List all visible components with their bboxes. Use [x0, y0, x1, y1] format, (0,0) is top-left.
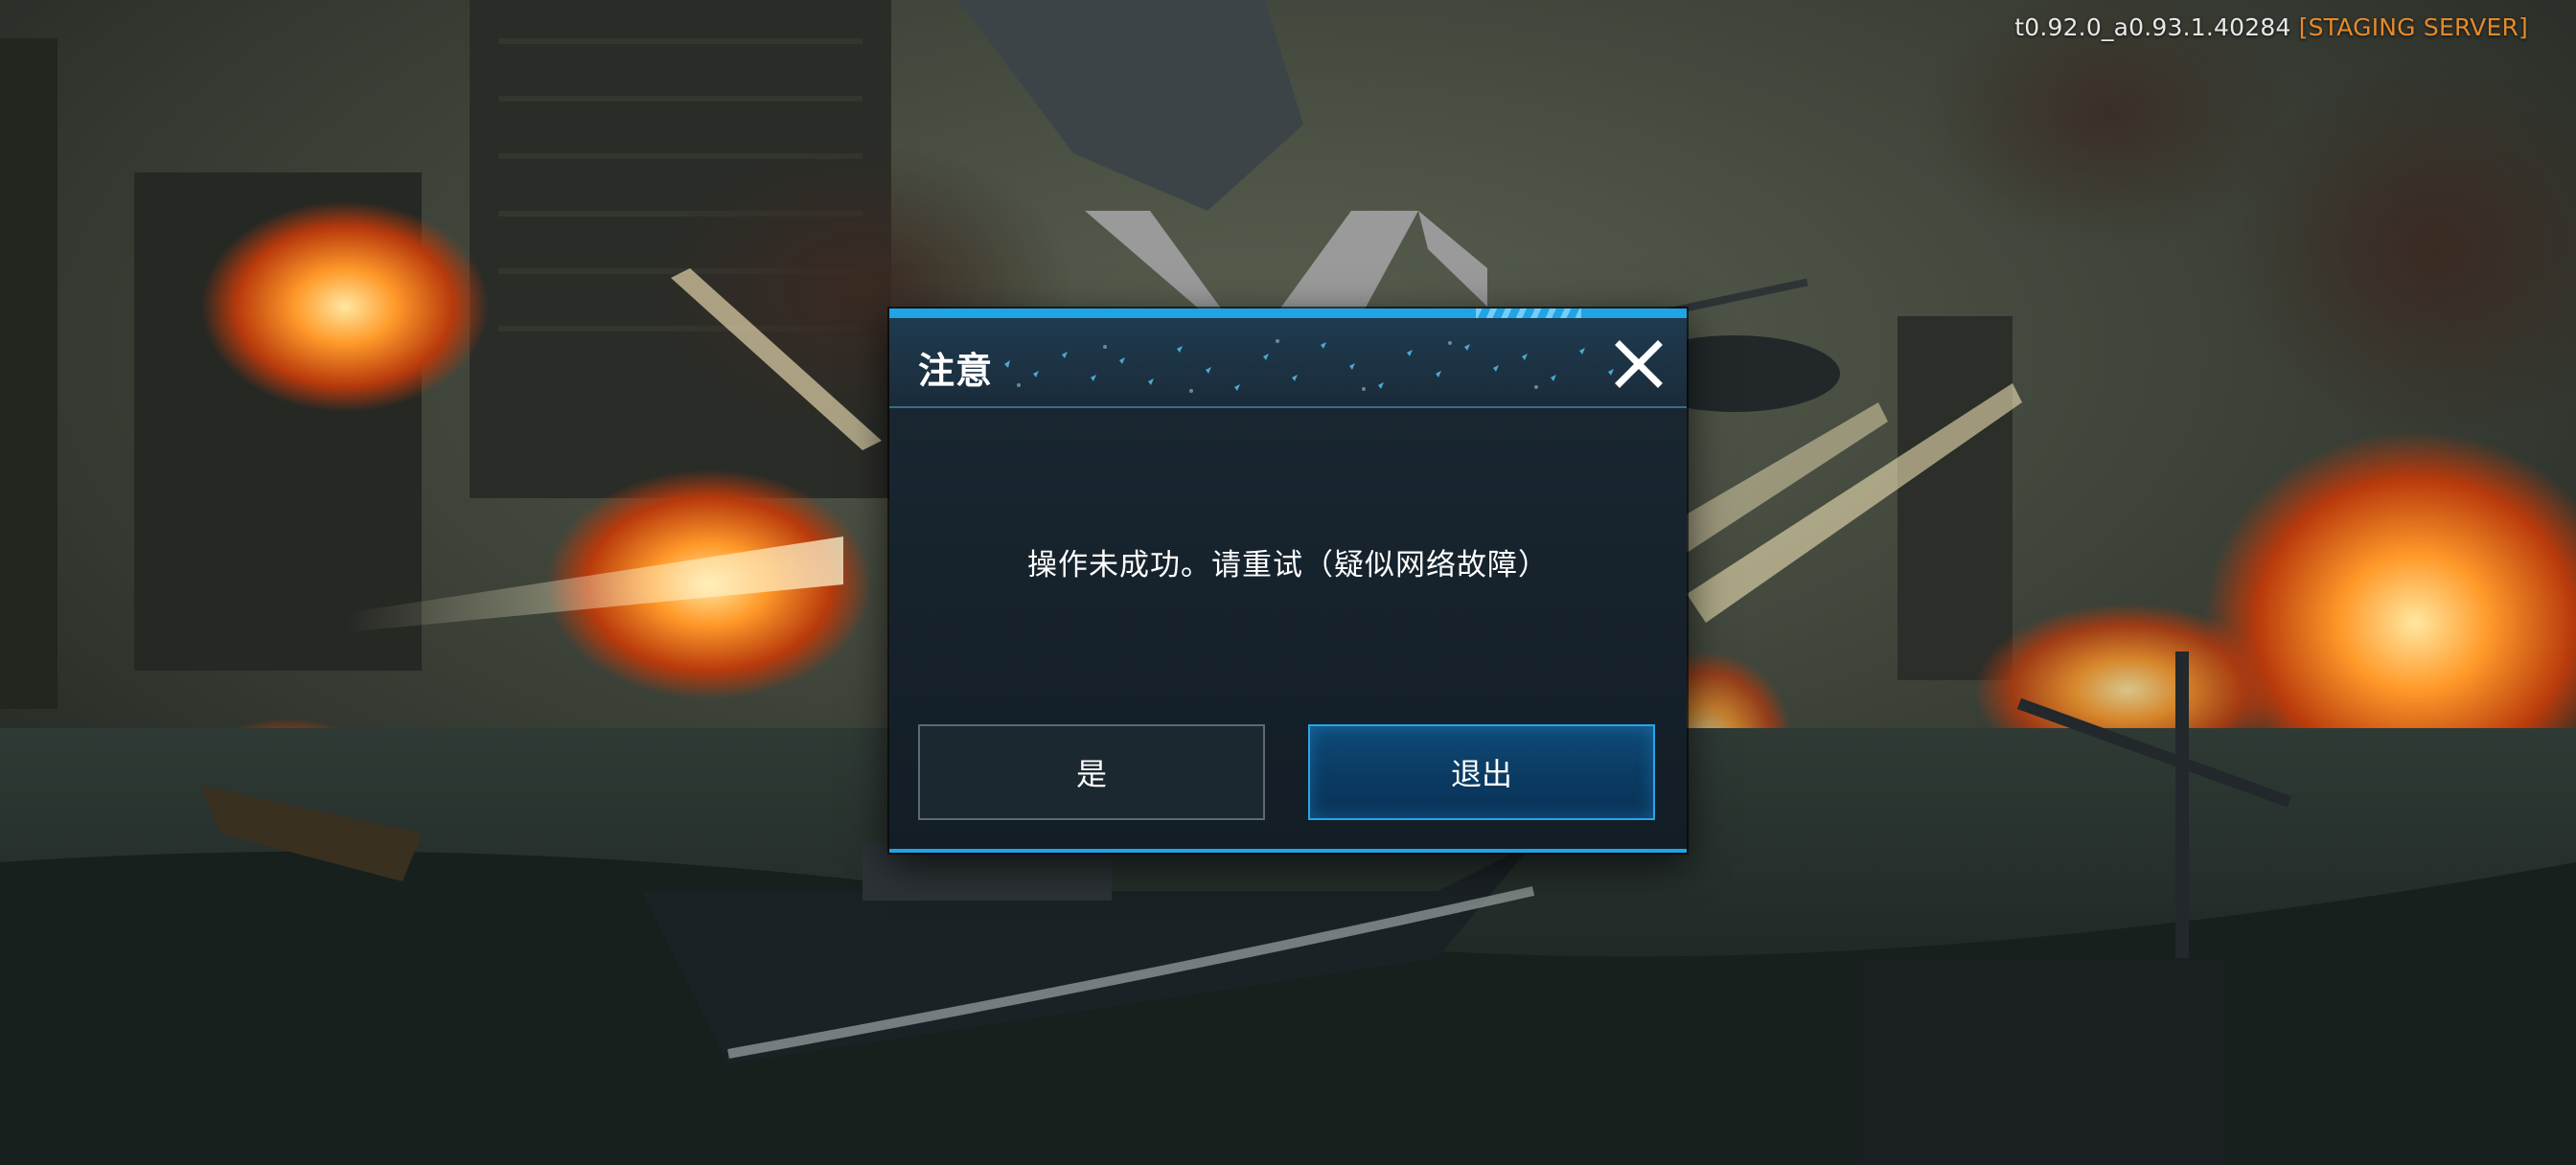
error-dialog: 注意 操作未成功。请重试（疑似网络故障） 是 退出 [889, 308, 1687, 853]
server-tag: [STAGING SERVER] [2298, 13, 2528, 41]
close-icon [1615, 340, 1663, 388]
dialog-top-stripes [1476, 308, 1581, 318]
header-particles-decoration [1004, 339, 1624, 393]
dialog-header: 注意 [889, 318, 1687, 408]
dialog-bottom-accent-bar [889, 849, 1687, 853]
confirm-button[interactable]: 是 [918, 724, 1265, 820]
dialog-message: 操作未成功。请重试（疑似网络故障） [1027, 548, 1549, 582]
build-version-label: t0.92.0_a0.93.1.40284 [STAGING SERVER] [2014, 13, 2528, 41]
build-version-text: t0.92.0_a0.93.1.40284 [2014, 13, 2291, 41]
exit-button[interactable]: 退出 [1308, 724, 1655, 820]
confirm-button-label: 是 [1075, 756, 1107, 792]
close-button[interactable] [1614, 339, 1668, 393]
dialog-title: 注意 [918, 350, 994, 392]
exit-button-label: 退出 [1450, 756, 1512, 792]
